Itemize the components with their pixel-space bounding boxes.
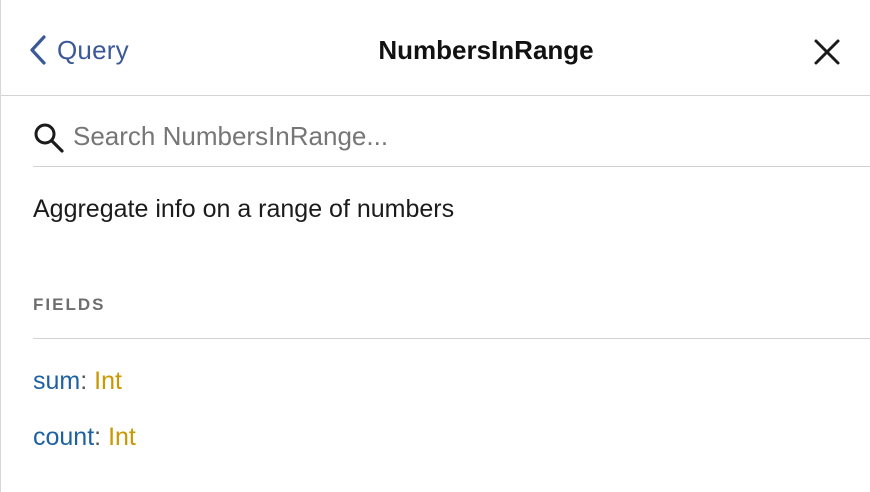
back-to-query-link[interactable]: Query [29,30,129,70]
search-icon [33,122,65,154]
field-row: sum: Int [33,366,122,396]
field-separator: : [94,423,109,451]
search-input[interactable] [73,118,833,154]
fields-section-heading: FIELDS [33,295,106,314]
field-type-link[interactable]: Int [108,423,136,451]
field-row: count: Int [33,422,136,452]
doc-explorer-header: Query NumbersInRange [1,0,870,96]
search-bar [33,104,870,167]
back-link-label: Query [57,34,129,65]
close-button[interactable] [809,34,845,70]
field-name-link[interactable]: count [33,423,94,451]
field-type-link[interactable]: Int [94,367,122,395]
chevron-left-icon [29,35,47,65]
doc-explorer-panel: Query NumbersInRange Aggregate info on a… [0,0,870,492]
close-icon [809,34,845,70]
section-divider [33,338,870,339]
field-separator: : [80,367,95,395]
field-name-link[interactable]: sum [33,367,80,395]
type-description: Aggregate info on a range of numbers [33,195,455,223]
page-title: NumbersInRange [378,35,594,65]
